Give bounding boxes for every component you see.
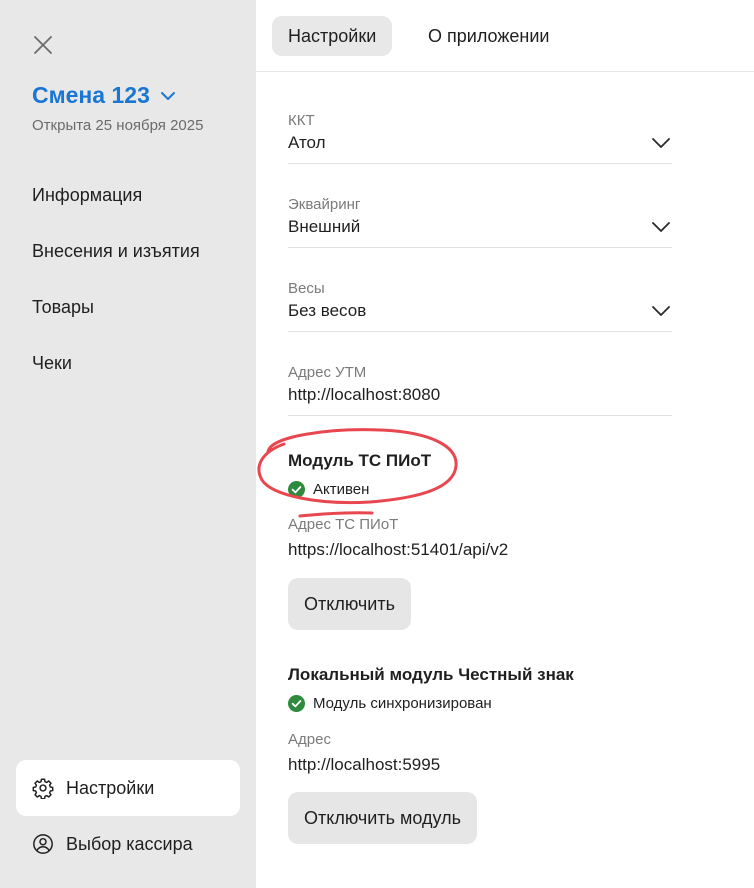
local-module-status-label: Модуль синхронизирован [313, 695, 492, 712]
shift-opened-date: Открыта 25 ноября 2025 [32, 117, 204, 134]
sidebar-item-cash-in-out[interactable]: Внесения и изъятия [32, 241, 200, 262]
local-module-address-label: Адрес [288, 731, 331, 748]
acquiring-select[interactable]: Эквайринг Внешний [288, 196, 672, 248]
sidebar-item-settings[interactable]: Настройки [16, 760, 240, 816]
utm-address-value: http://localhost:8080 [288, 385, 441, 404]
tab-about[interactable]: О приложении [412, 16, 565, 56]
sidebar-item-products[interactable]: Товары [32, 297, 94, 318]
user-circle-icon [33, 834, 53, 854]
check-circle-icon [288, 481, 305, 498]
ts-piot-address-label: Адрес ТС ПИоТ [288, 516, 399, 533]
chevron-down-icon [652, 306, 670, 316]
utm-address-field[interactable]: Адрес УТМ http://localhost:8080 [288, 364, 672, 416]
scales-label: Весы [288, 280, 325, 297]
settings-label: Настройки [66, 777, 155, 798]
scales-select[interactable]: Весы Без весов [288, 280, 672, 332]
ts-piot-disable-button[interactable]: Отключить [288, 578, 411, 630]
check-circle-icon [288, 695, 305, 712]
ts-piot-title: Модуль ТС ПИоТ [288, 451, 432, 470]
ts-piot-status: Активен [288, 481, 369, 498]
local-module-disable-button[interactable]: Отключить модуль [288, 792, 477, 844]
chevron-down-icon [652, 138, 670, 148]
shift-selector[interactable]: Смена 123 [32, 82, 176, 109]
kkt-select[interactable]: ККТ Атол [288, 112, 672, 164]
tab-settings[interactable]: Настройки [272, 16, 393, 56]
kkt-label: ККТ [288, 112, 315, 129]
shift-title: Смена 123 [32, 82, 150, 108]
tab-bar: Настройки О приложении [256, 0, 754, 72]
kkt-value: Атол [288, 133, 326, 152]
utm-address-label: Адрес УТМ [288, 364, 367, 381]
main-panel: Настройки О приложении ККТ Атол Эквайрин… [256, 0, 754, 888]
sidebar-item-select-cashier[interactable]: Выбор кассира [16, 816, 240, 872]
local-module-address-value: http://localhost:5995 [288, 755, 441, 774]
sidebar: Смена 123 Открыта 25 ноября 2025 Информа… [0, 0, 256, 888]
ts-piot-address-value: https://localhost:51401/api/v2 [288, 540, 509, 559]
acquiring-value: Внешний [288, 217, 361, 236]
acquiring-label: Эквайринг [288, 196, 361, 213]
ts-piot-status-label: Активен [313, 481, 370, 498]
select-cashier-label: Выбор кассира [66, 833, 193, 854]
chevron-down-icon [652, 222, 670, 232]
gear-icon [32, 778, 54, 799]
local-module-title: Локальный модуль Честный знак [288, 665, 574, 684]
chevron-down-icon [160, 91, 175, 100]
sidebar-item-receipts[interactable]: Чеки [32, 353, 72, 374]
scales-value: Без весов [288, 301, 367, 320]
close-icon[interactable] [32, 34, 54, 56]
sidebar-item-info[interactable]: Информация [32, 185, 142, 206]
local-module-status: Модуль синхронизирован [288, 695, 492, 712]
